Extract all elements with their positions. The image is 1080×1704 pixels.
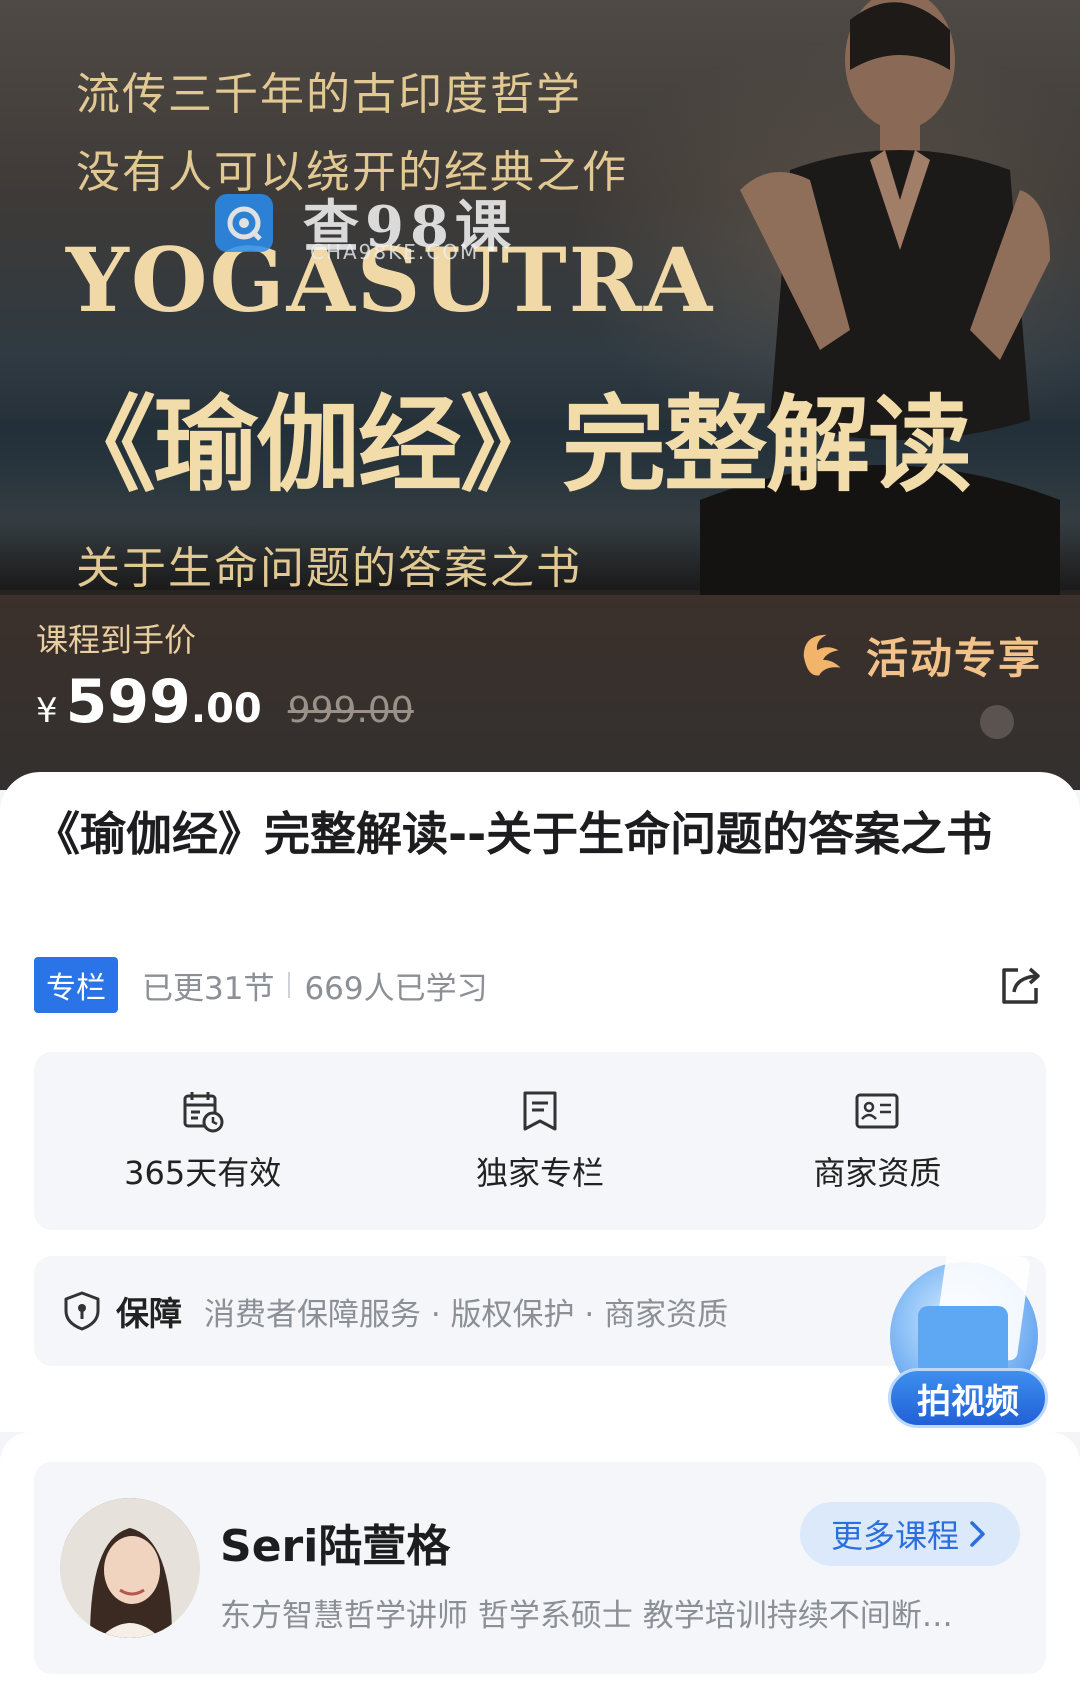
feature-validity[interactable]: 365天有效 <box>34 1052 371 1230</box>
feature-exclusive[interactable]: 独家专栏 <box>371 1052 708 1230</box>
calendar-clock-icon <box>183 1092 224 1133</box>
shoot-video-button[interactable]: 拍视频 <box>888 1246 1048 1432</box>
share-icon[interactable] <box>996 960 1046 1010</box>
hero-main-title: 《瑜伽经》完整解读 <box>52 383 972 506</box>
currency-symbol: ¥ <box>36 691 58 731</box>
column-tag: 专栏 <box>34 957 118 1013</box>
teacher-description: 东方智慧哲学讲师 哲学系硕士 教学培训持续不间断… <box>220 1598 953 1634</box>
promo-badge: 活动专享 <box>794 625 1042 686</box>
updated-count: 已更31节 <box>142 970 275 1007</box>
current-price-dec: .00 <box>190 686 262 732</box>
course-meta-row: 专栏 已更31节 669人已学习 <box>34 957 1046 1013</box>
bookmark-doc-icon <box>523 1091 557 1131</box>
watermark-domain: CHA98KE.COM <box>310 240 480 264</box>
shield-icon <box>64 1291 100 1331</box>
course-cover-banner: 流传三千年的古印度哲学 没有人可以绕开的经典之作 YOGASUTRA 《瑜伽经》… <box>0 0 1080 790</box>
teacher-section: Seri陆萱格 更多课程 东方智慧哲学讲师 哲学系硕士 教学培训持续不间断… <box>0 1432 1080 1704</box>
promo-label: 活动专享 <box>865 634 1042 683</box>
hero-tagline-1: 流传三千年的古印度哲学 <box>76 69 582 120</box>
learner-count: 669人已学习 <box>304 970 488 1007</box>
feature-qualification[interactable]: 商家资质 <box>709 1052 1046 1230</box>
shoot-video-label: 拍视频 <box>888 1368 1048 1428</box>
more-courses-label: 更多课程 <box>830 1517 959 1555</box>
feature-label: 独家专栏 <box>475 1154 604 1192</box>
id-card-icon <box>855 1093 899 1129</box>
price-band: 课程到手价 ¥ 599 .00 999.00 活动专享 <box>0 595 1080 790</box>
hero-subtitle: 关于生命问题的答案之书 <box>76 543 582 594</box>
meta-divider <box>288 972 291 998</box>
chevron-right-icon <box>970 1521 985 1547</box>
current-price-int: 599 <box>65 667 191 737</box>
feature-label: 商家资质 <box>813 1154 942 1192</box>
more-courses-button[interactable]: 更多课程 <box>800 1502 1020 1566</box>
price-row: ¥ 599 .00 999.00 <box>36 667 414 737</box>
watermark-logo-icon <box>215 193 273 252</box>
guarantee-title: 保障 <box>116 1294 182 1333</box>
teacher-card[interactable]: Seri陆萱格 更多课程 东方智慧哲学讲师 哲学系硕士 教学培训持续不间断… <box>34 1462 1046 1674</box>
flame-bird-icon <box>803 634 841 675</box>
feature-label: 365天有效 <box>124 1154 282 1192</box>
price-label: 课程到手价 <box>36 621 197 659</box>
teacher-name: Seri陆萱格 <box>220 1521 451 1572</box>
guarantee-items: 消费者保障服务 · 版权保护 · 商家资质 <box>204 1296 729 1333</box>
original-price: 999.00 <box>287 690 414 731</box>
course-title: 《瑜伽经》完整解读--关于生命问题的答案之书 <box>34 807 993 861</box>
decorative-dot <box>980 705 1014 739</box>
features-panel: 365天有效 独家专栏 商家资质 <box>34 1052 1046 1230</box>
teacher-avatar[interactable] <box>60 1498 200 1638</box>
